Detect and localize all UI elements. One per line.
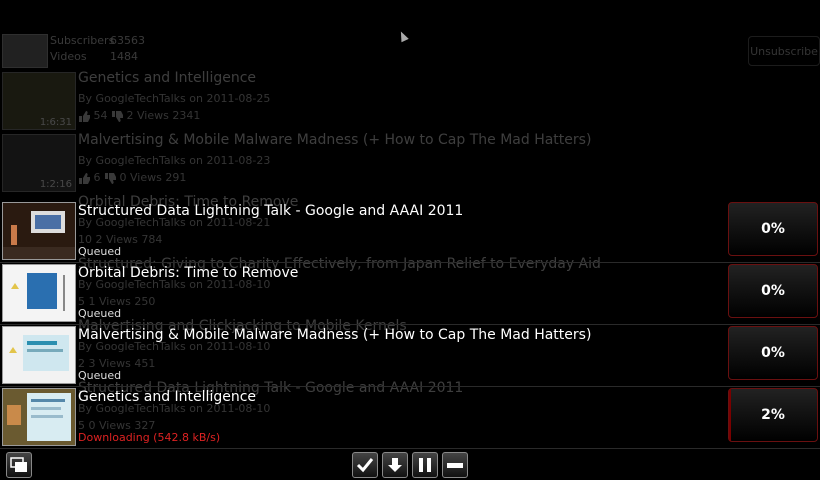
download-thumbnail	[2, 202, 76, 260]
video-thumbnail: 1:6:31	[2, 72, 76, 130]
views-label: Views	[130, 171, 162, 184]
download-percent: 2%	[761, 407, 785, 423]
download-progress-button[interactable]: 0%	[728, 326, 818, 380]
download-thumbnail	[2, 326, 76, 384]
download-title: Malvertising & Mobile Malware Madness (+…	[78, 327, 592, 343]
windows-button[interactable]	[6, 452, 32, 478]
subscribers-stat: Subscribers 63563	[50, 34, 145, 47]
download-thumbnail	[2, 388, 76, 446]
videos-label: Videos	[50, 50, 87, 63]
download-status: Queued	[78, 307, 122, 320]
dislikes-count: 2	[126, 109, 134, 122]
subscribers-label: Subscribers	[50, 34, 115, 47]
download-title: Structured Data Lightning Talk - Google …	[78, 203, 464, 219]
dislikes-count: 0	[119, 171, 127, 184]
video-thumbnail: 1:2:16	[2, 134, 76, 192]
download-icon	[388, 458, 402, 472]
videos-stat: Videos 1484	[50, 50, 138, 63]
video-stats: 6 0 Views 291	[78, 171, 186, 184]
download-progress-button[interactable]: 0%	[728, 202, 818, 256]
download-item[interactable]: Malvertising & Mobile Malware Madness (+…	[0, 324, 820, 387]
video-duration: 1:2:16	[39, 179, 72, 190]
download-percent: 0%	[761, 221, 785, 237]
subscription-header: Subscribers 63563 Videos 1484 Unsubscrib…	[0, 30, 820, 70]
thumbs-down-icon	[112, 110, 123, 122]
download-item[interactable]: Orbital Debris: Time to Remove Queued 0%	[0, 262, 820, 325]
download-progress-button[interactable]: 2%	[728, 388, 818, 442]
download-thumbnail	[2, 264, 76, 322]
channel-avatar	[2, 34, 48, 68]
video-title: Malvertising & Mobile Malware Madness (+…	[78, 132, 592, 148]
thumbs-up-icon	[79, 110, 90, 122]
video-stats: 54 2 Views 2341	[78, 109, 200, 122]
video-byline: By GoogleTechTalks on 2011-08-23	[78, 154, 271, 167]
download-title: Orbital Debris: Time to Remove	[78, 265, 299, 281]
download-button[interactable]	[382, 452, 408, 478]
download-status: Queued	[78, 369, 122, 382]
download-percent: 0%	[761, 283, 785, 299]
download-item[interactable]: Structured Data Lightning Talk - Google …	[0, 200, 820, 263]
download-item[interactable]: Genetics and Intelligence Downloading (5…	[0, 386, 820, 449]
thumbs-up-icon	[79, 172, 90, 184]
likes-count: 6	[93, 171, 101, 184]
download-progress-fill	[729, 389, 731, 441]
views-count: 2341	[172, 109, 201, 122]
pause-button[interactable]	[412, 452, 438, 478]
video-list-item[interactable]: 1:6:31 Genetics and Intelligence By Goog…	[0, 70, 820, 132]
bottom-toolbar	[0, 450, 820, 480]
download-status: Downloading (542.8 kB/s)	[78, 431, 221, 444]
remove-icon	[447, 463, 463, 468]
select-all-button[interactable]	[352, 452, 378, 478]
video-byline: By GoogleTechTalks on 2011-08-25	[78, 92, 271, 105]
download-status: Queued	[78, 245, 122, 258]
check-icon	[356, 458, 374, 473]
unsubscribe-button[interactable]: Unsubscribe	[748, 36, 820, 66]
video-duration: 1:6:31	[39, 117, 72, 128]
videos-value: 1484	[110, 50, 138, 63]
likes-count: 54	[93, 109, 108, 122]
download-progress-button[interactable]: 0%	[728, 264, 818, 318]
thumbs-down-icon	[105, 172, 116, 184]
remove-button[interactable]	[442, 452, 468, 478]
windows-icon	[10, 457, 27, 472]
views-count: 291	[165, 171, 187, 184]
video-list-item[interactable]: 1:2:16 Malvertising & Mobile Malware Mad…	[0, 132, 820, 194]
download-title: Genetics and Intelligence	[78, 389, 257, 405]
views-label: Views	[137, 109, 169, 122]
pause-icon	[419, 458, 431, 472]
subscribers-value: 63563	[110, 34, 145, 47]
download-percent: 0%	[761, 345, 785, 361]
video-title: Genetics and Intelligence	[78, 70, 257, 86]
